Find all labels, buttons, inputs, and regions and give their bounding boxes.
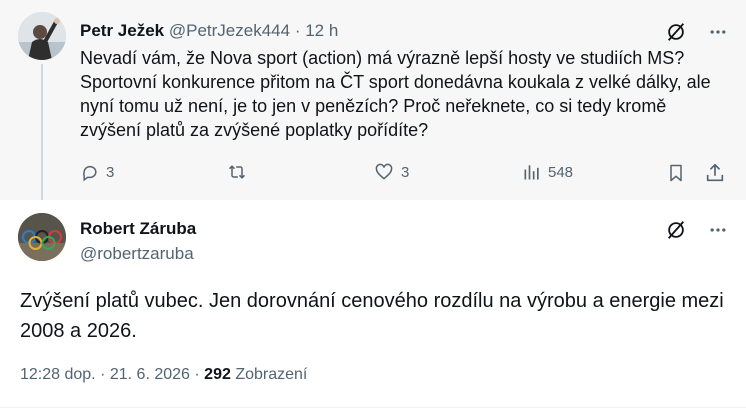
timestamp[interactable]: 12:28 dop. [20,366,96,383]
tweet-top-actions [664,20,730,44]
divider [0,407,746,408]
tweet-header: Petr Ježek @PetrJezek444 · 12 h [80,21,338,41]
retweet-icon [228,165,246,179]
more-icon[interactable] [706,218,730,242]
timestamp[interactable]: 12 h [305,21,338,40]
thread-line [41,64,43,200]
views-count: 292 [204,366,231,383]
separator: · [194,366,200,383]
grok-icon[interactable] [664,218,688,242]
avatar[interactable] [18,12,66,60]
like-button[interactable]: 3 [373,162,409,182]
more-icon[interactable] [706,20,730,44]
grok-icon[interactable] [664,20,688,44]
tweet-meta: 12:28 dop. · 21. 6. 2026 · 292 Zobrazení [20,366,307,384]
separator: · [100,366,106,383]
like-count: 3 [401,163,410,181]
author-handle[interactable]: @robertzaruba [80,244,194,264]
tweet-text: Nevadí vám, že Nova sport (action) má vý… [80,48,711,140]
share-icon [706,163,724,182]
bookmark-button[interactable] [666,162,686,184]
reply-count: 3 [106,163,115,181]
avatar-photo [18,213,66,261]
views-count: 548 [548,163,574,181]
author-name[interactable]: Robert Záruba [80,219,196,239]
author-name[interactable]: Petr Ježek [80,21,164,40]
author-handle[interactable]: @PetrJezek444 [169,21,290,40]
separator: · [294,21,301,40]
bookmark-icon [670,164,682,182]
views-icon [524,165,539,180]
tweet-text: Zvýšení platů vubec. Jen dorovnání cenov… [20,290,724,342]
date[interactable]: 21. 6. 2026 [110,366,190,383]
tweet-actions: 3 3 548 [80,162,730,188]
reply-icon [83,165,97,182]
views-label: Zobrazení [235,366,308,383]
reply-button[interactable]: 3 [80,162,114,182]
avatar-photo [18,12,66,60]
tweet-top-actions [664,218,730,242]
parent-tweet[interactable]: Petr Ježek @PetrJezek444 · 12 h Nevadí v… [0,0,746,200]
avatar[interactable] [18,213,66,261]
heart-icon [375,163,393,180]
retweet-button[interactable] [226,162,248,182]
share-button[interactable] [704,162,726,184]
views-button[interactable]: 548 [522,162,573,182]
